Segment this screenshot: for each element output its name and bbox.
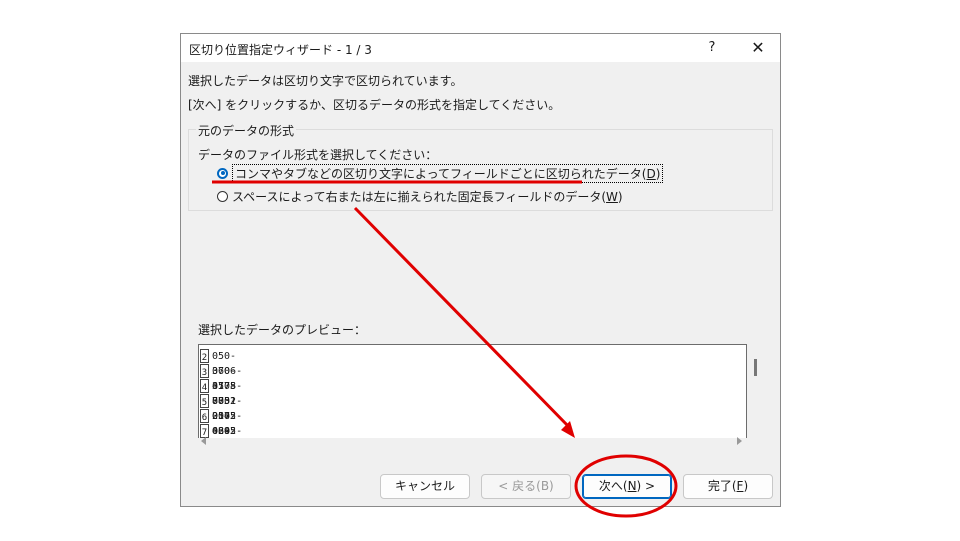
arrow-head-icon xyxy=(561,421,575,438)
annotation-overlay xyxy=(212,180,678,518)
highlight-circle xyxy=(574,454,678,518)
pointer-arrow xyxy=(353,206,572,430)
